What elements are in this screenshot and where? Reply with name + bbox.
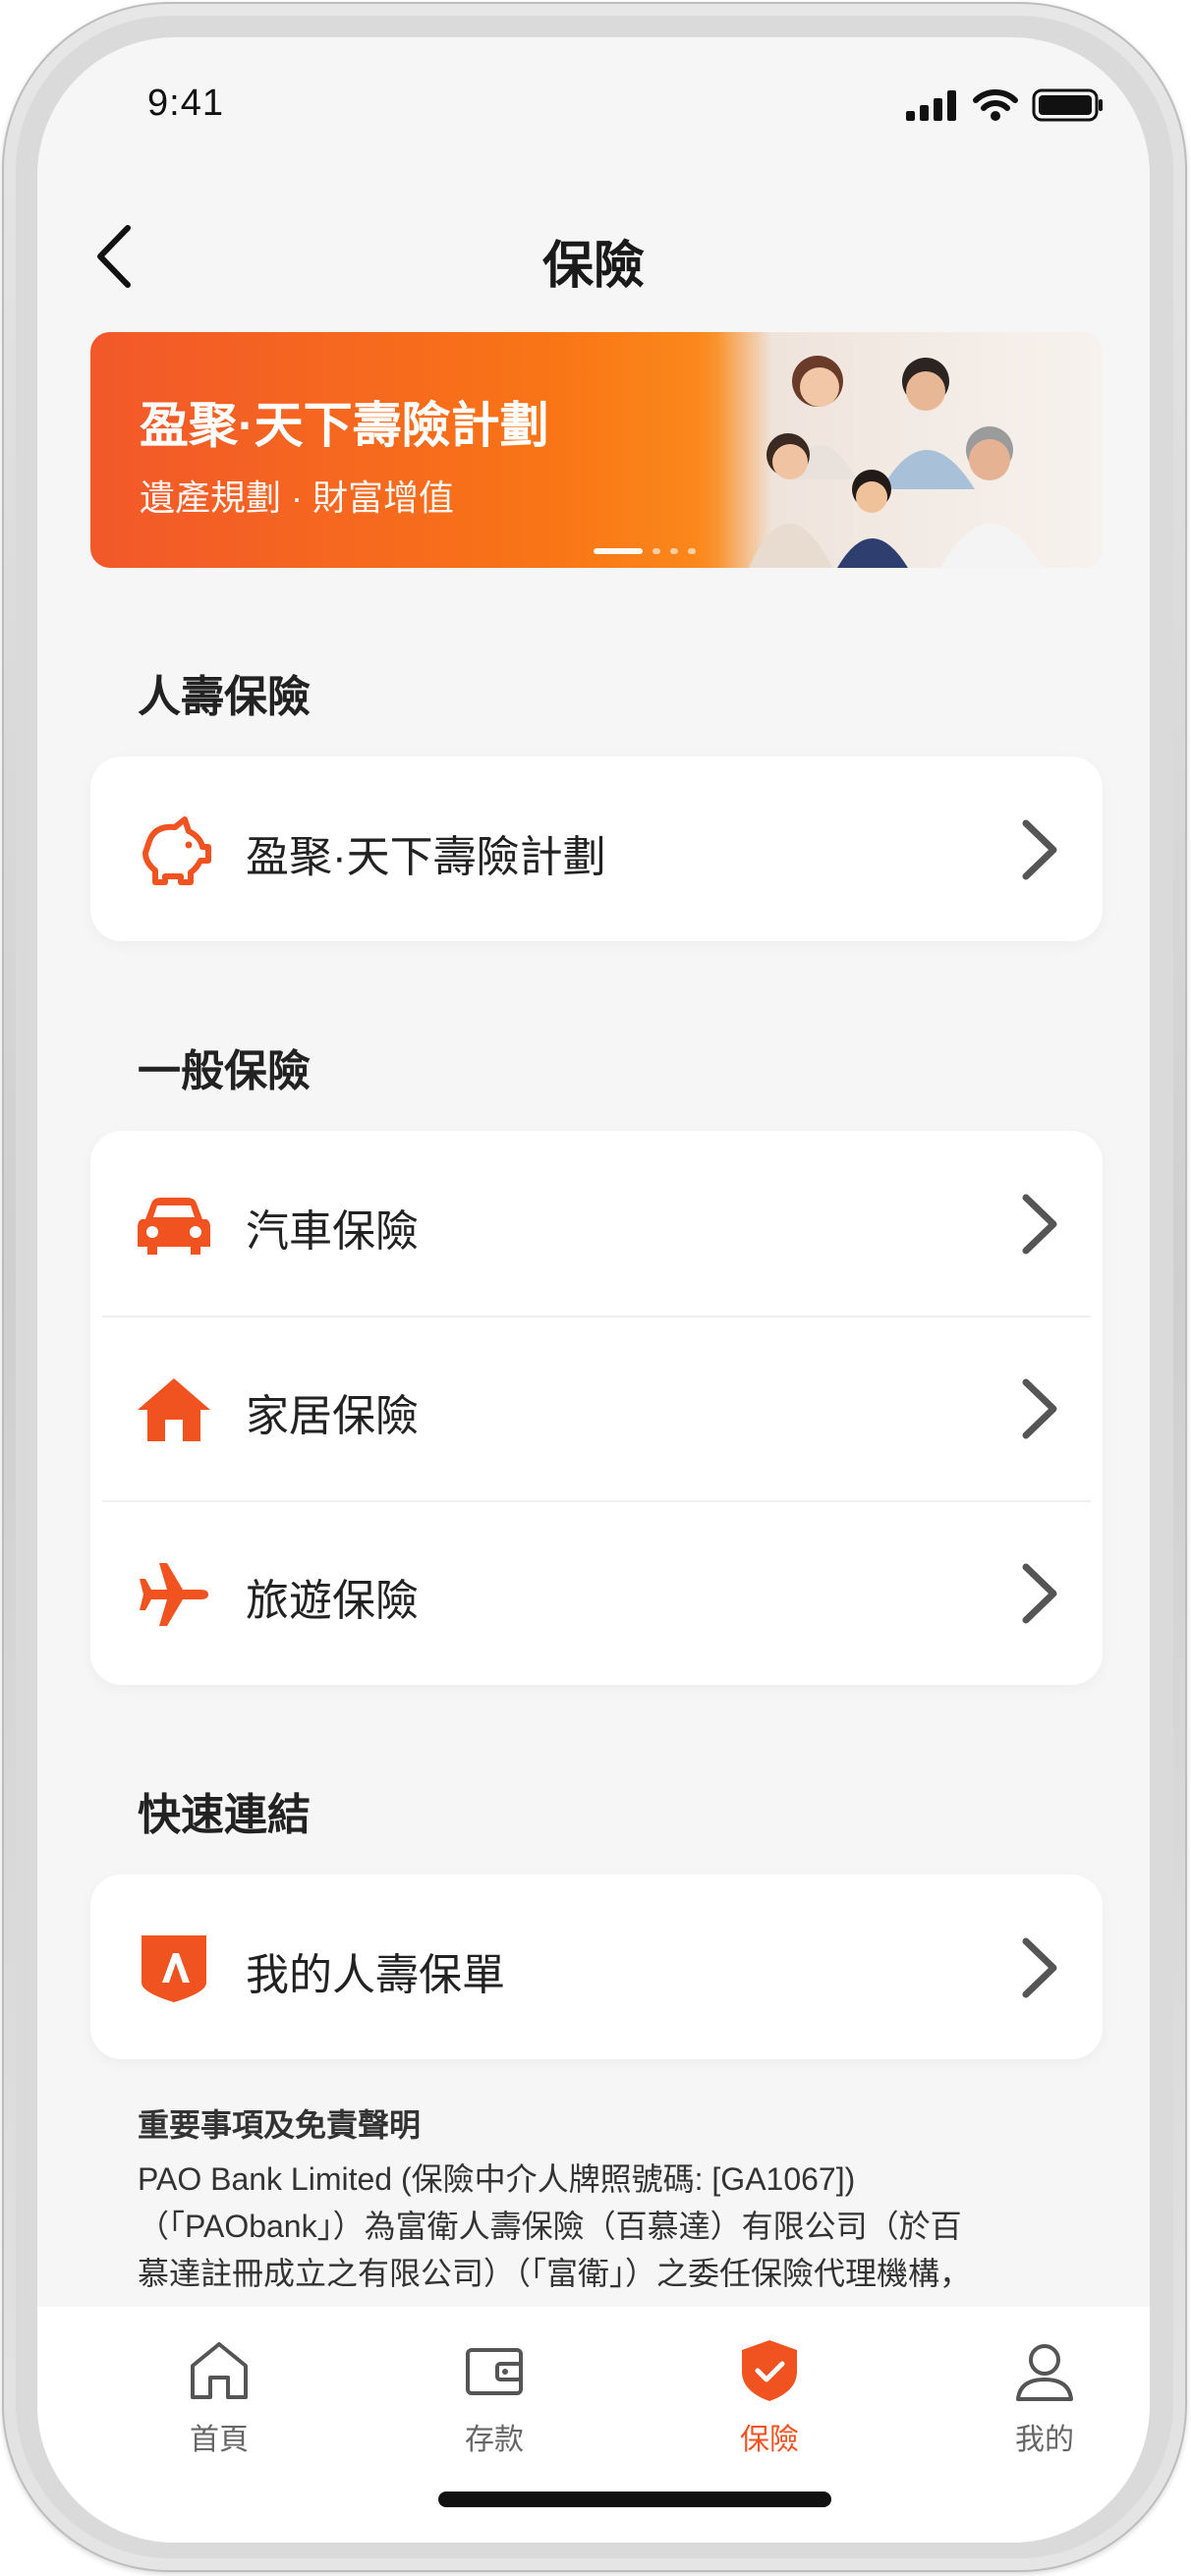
piggy-bank-icon — [142, 816, 211, 885]
tab-deposit[interactable]: 存款 — [406, 2336, 583, 2458]
section-title-general: 一般保險 — [138, 1047, 311, 1095]
shield-check-icon — [742, 2340, 797, 2401]
disclaimer-body: PAO Bank Limited (保險中介人牌照號碼: [GA1067]) （… — [138, 2156, 1081, 2297]
airplane-icon — [140, 1563, 208, 1626]
list-item-label: 汽車保險 — [246, 1207, 419, 1256]
tab-label: 保險 — [740, 2424, 799, 2456]
tab-home[interactable]: 首頁 — [131, 2336, 308, 2458]
list-item-life-plan[interactable]: 盈聚·天下壽險計劃 — [90, 756, 1103, 941]
disclaimer-line: PAO Bank Limited (保險中介人牌照號碼: [GA1067]) — [138, 2161, 856, 2197]
banner-title: 盈聚·天下壽險計劃 — [140, 398, 549, 453]
list-item-label: 我的人壽保單 — [246, 1951, 505, 1999]
battery-icon — [1032, 88, 1103, 122]
tab-label: 存款 — [465, 2424, 524, 2456]
tab-bar: 首頁 存款 保險 我的 — [37, 2307, 1150, 2543]
section-title-quick-links: 快速連結 — [138, 1791, 311, 1839]
tab-insurance[interactable]: 保險 — [681, 2336, 858, 2458]
fwd-logo-icon — [142, 1935, 206, 2002]
chevron-right-icon — [1022, 1563, 1057, 1624]
signal-icon — [906, 90, 956, 121]
life-insurance-card: 盈聚·天下壽險計劃 — [90, 756, 1103, 941]
general-insurance-card: 汽車保險 家居保險 旅遊保險 — [90, 1131, 1103, 1685]
carousel-dot[interactable] — [652, 548, 660, 554]
carousel-dots — [594, 548, 696, 554]
chevron-right-icon — [1022, 819, 1057, 880]
carousel-dot-active[interactable] — [594, 548, 643, 554]
nav-header: 保險 — [37, 204, 1150, 303]
disclaimer-title: 重要事項及免責聲明 — [138, 2107, 422, 2143]
chevron-right-icon — [1022, 1194, 1057, 1255]
page-title: 保險 — [541, 238, 645, 295]
list-item-my-policy[interactable]: 我的人壽保單 — [90, 1875, 1103, 2059]
home-indicator[interactable] — [438, 2492, 831, 2507]
family-photo — [690, 332, 1103, 568]
list-item-home-insurance[interactable]: 家居保險 — [90, 1316, 1103, 1500]
carousel-dot[interactable] — [688, 548, 696, 554]
disclaimer: 重要事項及免責聲明 PAO Bank Limited (保險中介人牌照號碼: [… — [138, 2100, 1081, 2297]
chevron-right-icon — [1022, 1937, 1057, 1998]
tab-label: 我的 — [1015, 2424, 1074, 2456]
person-icon — [1016, 2344, 1073, 2401]
list-item-car-insurance[interactable]: 汽車保險 — [90, 1131, 1103, 1316]
section-title-life: 人壽保險 — [138, 673, 311, 721]
status-time: 9:41 — [147, 83, 224, 124]
wallet-icon — [466, 2348, 523, 2395]
list-item-label: 旅遊保險 — [246, 1577, 419, 1625]
status-icons — [906, 88, 1105, 122]
promo-banner[interactable]: 盈聚·天下壽險計劃 遺產規劃 · 財富增值 — [90, 332, 1103, 568]
wifi-icon — [973, 89, 1018, 121]
disclaimer-line: （「PAObank」）為富衛人壽保險（百慕達）有限公司（於百 — [138, 2209, 962, 2244]
house-icon — [138, 1378, 210, 1441]
phone-frame: 9:41 保險 盈聚·天下壽險計劃 遺產規劃 · 財富增值 人壽保險 盈聚·天下… — [2, 2, 1187, 2572]
quick-links-card: 我的人壽保單 — [90, 1875, 1103, 2059]
car-icon — [138, 1198, 210, 1255]
carousel-dot[interactable] — [670, 548, 678, 554]
status-bar: 9:41 — [37, 37, 1150, 165]
tab-profile[interactable]: 我的 — [956, 2336, 1133, 2458]
list-item-label: 盈聚·天下壽險計劃 — [246, 833, 606, 881]
tab-label: 首頁 — [190, 2424, 249, 2456]
disclaimer-line: 慕達註冊成立之有限公司）（「富衛」）之委任保險代理機構， — [138, 2256, 972, 2291]
list-item-travel-insurance[interactable]: 旅遊保險 — [90, 1500, 1103, 1685]
home-icon — [191, 2342, 248, 2399]
list-item-label: 家居保險 — [246, 1392, 419, 1440]
banner-subtitle: 遺產規劃 · 財富增值 — [140, 477, 454, 518]
screen: 9:41 保險 盈聚·天下壽險計劃 遺產規劃 · 財富增值 人壽保險 盈聚·天下… — [37, 37, 1150, 2543]
chevron-right-icon — [1022, 1378, 1057, 1439]
